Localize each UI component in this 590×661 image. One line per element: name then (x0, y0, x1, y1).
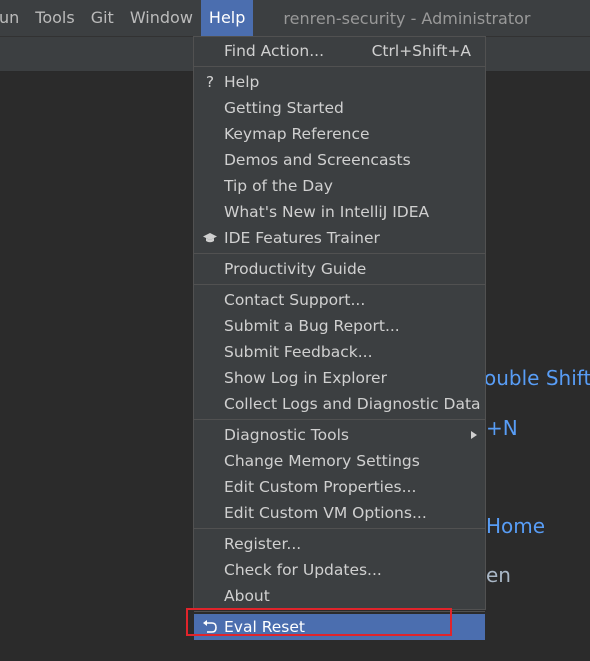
help-dropdown-menu: Find Action... Ctrl+Shift+A ? Help Getti… (193, 36, 486, 640)
question-icon: ? (205, 73, 215, 91)
whats-new-label: What's New in IntelliJ IDEA (224, 203, 430, 221)
menu-item-getting-started[interactable]: Getting Started (194, 95, 485, 121)
window-title: renren-security - Administrator (283, 8, 531, 28)
menu-item-edit-properties[interactable]: Edit Custom Properties... (194, 474, 485, 500)
menu-item-find-action[interactable]: Find Action... Ctrl+Shift+A (194, 38, 485, 64)
menu-git[interactable]: Git (83, 0, 122, 36)
features-trainer-label: IDE Features Trainer (224, 229, 380, 247)
menu-item-demos[interactable]: Demos and Screencasts (194, 147, 485, 173)
getting-started-label: Getting Started (224, 99, 344, 117)
menu-separator (194, 284, 485, 285)
submenu-arrow-icon (471, 431, 477, 439)
menu-item-keymap-reference[interactable]: Keymap Reference (194, 121, 485, 147)
undo-icon (202, 614, 218, 642)
menu-separator (194, 66, 485, 67)
menu-run[interactable]: un (0, 0, 27, 36)
menu-item-edit-vm-options[interactable]: Edit Custom VM Options... (194, 500, 485, 526)
hint-search-everywhere: ouble Shift (484, 366, 590, 390)
demos-label: Demos and Screencasts (224, 151, 411, 169)
menu-item-contact-support[interactable]: Contact Support... (194, 287, 485, 313)
hint-navigation-bar: Home (486, 514, 546, 538)
tip-of-day-label: Tip of the Day (224, 177, 333, 195)
submit-bug-label: Submit a Bug Report... (224, 317, 400, 335)
find-action-label: Find Action... (224, 42, 325, 60)
menu-item-eval-reset[interactable]: Eval Reset (194, 614, 485, 640)
menu-item-submit-feedback[interactable]: Submit Feedback... (194, 339, 485, 365)
menu-separator (194, 253, 485, 254)
menu-item-about[interactable]: About (194, 583, 485, 609)
hint-new-shortcut: +N (486, 416, 518, 440)
menu-item-tip-of-day[interactable]: Tip of the Day (194, 173, 485, 199)
menu-item-show-log[interactable]: Show Log in Explorer (194, 365, 485, 391)
menu-tools[interactable]: Tools (27, 0, 82, 36)
check-updates-label: Check for Updates... (224, 561, 382, 579)
menu-item-register[interactable]: Register... (194, 531, 485, 557)
menu-item-productivity-guide[interactable]: Productivity Guide (194, 256, 485, 282)
edit-properties-label: Edit Custom Properties... (224, 478, 417, 496)
menu-separator (194, 419, 485, 420)
hint-drop-files: en (486, 563, 511, 587)
menu-item-diagnostic-tools[interactable]: Diagnostic Tools (194, 422, 485, 448)
menu-item-features-trainer[interactable]: IDE Features Trainer (194, 225, 485, 251)
menu-item-collect-logs[interactable]: Collect Logs and Diagnostic Data (194, 391, 485, 417)
keymap-reference-label: Keymap Reference (224, 125, 370, 143)
menu-window[interactable]: Window (122, 0, 201, 36)
change-memory-label: Change Memory Settings (224, 452, 420, 470)
menu-item-check-updates[interactable]: Check for Updates... (194, 557, 485, 583)
edit-vm-options-label: Edit Custom VM Options... (224, 504, 427, 522)
menu-item-help[interactable]: ? Help (194, 69, 485, 95)
main-menubar: un Tools Git Window Help renren-security… (0, 0, 590, 36)
submit-feedback-label: Submit Feedback... (224, 343, 373, 361)
show-log-label: Show Log in Explorer (224, 369, 387, 387)
menu-item-change-memory[interactable]: Change Memory Settings (194, 448, 485, 474)
productivity-guide-label: Productivity Guide (224, 260, 367, 278)
help-label: Help (224, 73, 260, 91)
collect-logs-label: Collect Logs and Diagnostic Data (224, 395, 481, 413)
diagnostic-tools-label: Diagnostic Tools (224, 426, 349, 444)
menu-item-submit-bug[interactable]: Submit a Bug Report... (194, 313, 485, 339)
register-label: Register... (224, 535, 302, 553)
menu-help[interactable]: Help (200, 0, 254, 36)
menu-item-whats-new[interactable]: What's New in IntelliJ IDEA (194, 199, 485, 225)
find-action-shortcut: Ctrl+Shift+A (371, 42, 471, 60)
graduation-cap-icon (202, 225, 218, 252)
eval-reset-label: Eval Reset (224, 618, 305, 636)
menu-separator (194, 611, 485, 612)
menu-separator (194, 528, 485, 529)
about-label: About (224, 587, 270, 605)
contact-support-label: Contact Support... (224, 291, 366, 309)
